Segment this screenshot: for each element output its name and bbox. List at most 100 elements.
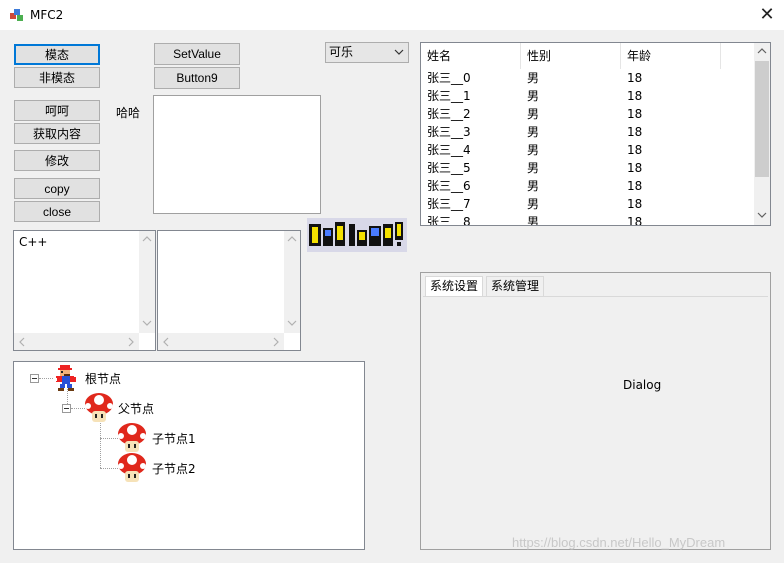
modify-button[interactable]: 修改 — [14, 150, 100, 171]
tree-connector — [71, 408, 85, 409]
table-row[interactable]: 张三__4 男 18 — [421, 141, 754, 159]
column-header-age[interactable]: 年龄 — [621, 43, 721, 69]
cell-gender: 男 — [527, 179, 540, 193]
list-header: 姓名 性别 年龄 — [421, 43, 754, 69]
cell-name: 张三__4 — [427, 143, 471, 157]
mushroom-icon — [118, 423, 146, 452]
get-content-button[interactable]: 获取内容 — [14, 123, 100, 144]
mushroom-icon — [85, 393, 113, 422]
scroll-down-icon[interactable] — [757, 211, 767, 219]
cell-name: 张三__2 — [427, 107, 471, 121]
table-row[interactable]: 张三__8 男 18 — [421, 213, 754, 226]
table-row[interactable]: 张三__3 男 18 — [421, 123, 754, 141]
cell-age: 18 — [627, 89, 643, 103]
scroll-left-icon[interactable] — [162, 337, 170, 347]
close-button[interactable]: close — [14, 201, 100, 222]
cell-age: 18 — [627, 125, 643, 139]
language-list-box[interactable]: C++ — [13, 230, 156, 351]
cell-name: 张三__1 — [427, 89, 471, 103]
mushroom-icon — [118, 453, 146, 482]
scroll-up-icon[interactable] — [287, 235, 297, 243]
cell-age: 18 — [627, 107, 643, 121]
tree-connector — [100, 468, 118, 469]
listbox-left-horizontal-scrollbar[interactable] — [14, 333, 139, 350]
student-list-view[interactable]: 姓名 性别 年龄 张三__0 男 18 张三__1 男 18 张三__2 男 1… — [420, 42, 771, 226]
drink-combo[interactable]: 可乐 — [325, 42, 409, 63]
heh-button[interactable]: 呵呵 — [14, 100, 100, 121]
cell-age: 18 — [627, 215, 643, 226]
tab-page: Dialog — [423, 296, 768, 547]
set-value-button[interactable]: SetValue — [154, 43, 240, 65]
button9[interactable]: Button9 — [154, 67, 240, 89]
cell-gender: 男 — [527, 197, 540, 211]
haha-label: 哈哈 — [116, 106, 141, 120]
tree-connector — [39, 378, 53, 379]
cell-gender: 男 — [527, 71, 540, 85]
settings-tab-control: 系统设置 系统管理 Dialog — [420, 272, 771, 550]
cell-gender: 男 — [527, 143, 540, 157]
cell-gender: 男 — [527, 215, 540, 226]
listbox-right-horizontal-scrollbar[interactable] — [158, 333, 284, 350]
tree-view[interactable]: 根节点 父节点 子节点1 子节点2 — [13, 361, 365, 550]
cell-age: 18 — [627, 197, 643, 211]
cell-name: 张三__7 — [427, 197, 471, 211]
scroll-down-icon[interactable] — [142, 319, 152, 327]
listbox-left-vertical-scrollbar[interactable] — [139, 231, 155, 333]
multiline-edit[interactable] — [153, 95, 321, 214]
pixel-art-image — [307, 218, 407, 252]
column-header-gender[interactable]: 性别 — [521, 43, 621, 69]
scroll-up-icon[interactable] — [757, 47, 767, 55]
scroll-right-icon[interactable] — [127, 337, 135, 347]
modal-button[interactable]: 模态 — [14, 44, 100, 65]
cell-gender: 男 — [527, 125, 540, 139]
tab-system-management[interactable]: 系统管理 — [486, 276, 545, 297]
close-icon[interactable]: ✕ — [750, 2, 784, 28]
tree-node-child2[interactable]: 子节点2 — [152, 461, 196, 477]
cell-age: 18 — [627, 161, 643, 175]
collapse-icon[interactable] — [62, 404, 71, 413]
table-row[interactable]: 张三__5 男 18 — [421, 159, 754, 177]
list-scroll-thumb[interactable] — [755, 61, 769, 177]
watermark: https://blog.csdn.net/Hello_MyDream — [512, 535, 726, 550]
cell-name: 张三__5 — [427, 161, 471, 175]
collapse-icon[interactable] — [30, 374, 39, 383]
column-header-name[interactable]: 姓名 — [421, 43, 521, 69]
window-title: MFC2 — [30, 8, 64, 22]
list-item[interactable]: C++ — [19, 234, 48, 250]
copy-button[interactable]: copy — [14, 178, 100, 199]
cell-gender: 男 — [527, 89, 540, 103]
scroll-right-icon[interactable] — [272, 337, 280, 347]
tab-system-settings[interactable]: 系统设置 — [425, 276, 484, 297]
tree-node-child1[interactable]: 子节点1 — [152, 431, 196, 447]
scroll-left-icon[interactable] — [18, 337, 26, 347]
tree-connector — [100, 438, 118, 439]
cell-name: 张三__8 — [427, 215, 471, 226]
app-icon — [10, 9, 23, 21]
scroll-down-icon[interactable] — [287, 319, 297, 327]
cell-name: 张三__0 — [427, 71, 471, 85]
scroll-up-icon[interactable] — [142, 235, 152, 243]
table-row[interactable]: 张三__1 男 18 — [421, 87, 754, 105]
cell-age: 18 — [627, 179, 643, 193]
second-list-box[interactable] — [157, 230, 301, 351]
table-row[interactable]: 张三__0 男 18 — [421, 69, 754, 87]
list-vertical-scrollbar[interactable] — [754, 43, 770, 225]
tree-node-root[interactable]: 根节点 — [85, 371, 121, 387]
cell-name: 张三__6 — [427, 179, 471, 193]
cell-gender: 男 — [527, 107, 540, 121]
combo-selected-text: 可乐 — [329, 45, 354, 59]
table-row[interactable]: 张三__7 男 18 — [421, 195, 754, 213]
table-row[interactable]: 张三__2 男 18 — [421, 105, 754, 123]
cell-name: 张三__3 — [427, 125, 471, 139]
chevron-down-icon[interactable] — [393, 46, 405, 58]
tree-node-parent[interactable]: 父节点 — [118, 401, 154, 417]
mario-icon — [54, 365, 77, 391]
modeless-button[interactable]: 非模态 — [14, 67, 100, 88]
title-bar[interactable]: MFC2 ✕ — [0, 0, 784, 30]
table-row[interactable]: 张三__6 男 18 — [421, 177, 754, 195]
listbox-right-vertical-scrollbar[interactable] — [284, 231, 300, 333]
cell-age: 18 — [627, 71, 643, 85]
dialog-text: Dialog — [623, 378, 662, 392]
cell-age: 18 — [627, 143, 643, 157]
cell-gender: 男 — [527, 161, 540, 175]
